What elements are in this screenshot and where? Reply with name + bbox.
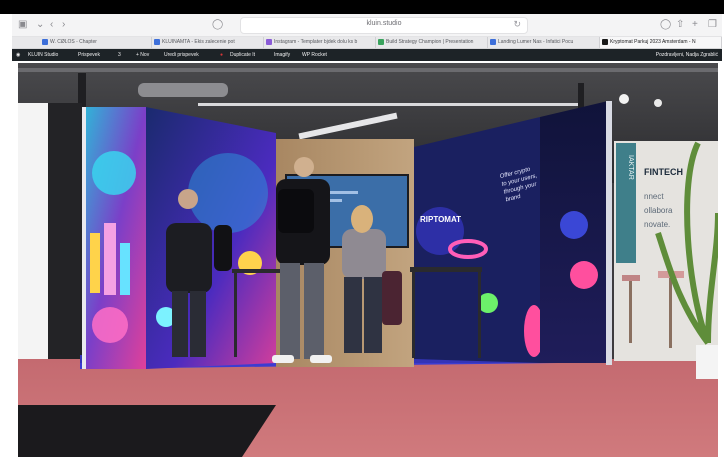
wp-site-link[interactable]: KLUIN Studio	[28, 49, 58, 61]
stool	[622, 275, 640, 281]
banner-vertical-text: IAKTAR	[627, 155, 634, 180]
led-graphic-orb	[92, 307, 128, 343]
tab-favicon-icon	[602, 39, 608, 45]
plus-icon[interactable]: +	[692, 18, 698, 32]
tab-3[interactable]: Instagram - Templater bjdek dolu ks b	[264, 37, 376, 48]
bar-table	[232, 269, 280, 273]
led-graphic-planet	[92, 151, 136, 195]
wp-seo-icon[interactable]: ●	[220, 49, 223, 61]
tab-label: W. CØLOS - Chapter	[50, 39, 97, 45]
tab-2[interactable]: KLUINAMTA - Ekis zalecenie pot	[152, 37, 264, 48]
bar-table-leg	[412, 272, 415, 358]
tab-label: KLUINAMTA - Ekis zalecenie pot	[162, 39, 235, 45]
address-bar[interactable]: kluin.studio ↻	[240, 17, 528, 34]
wp-imagify-link[interactable]: Imagify	[274, 49, 290, 61]
bar-table	[410, 267, 482, 272]
ceiling-duct	[138, 83, 228, 97]
ceiling-light-band	[198, 103, 578, 106]
dark-floor-mat	[18, 405, 276, 457]
tab-label: Build Strategy Champion | Presentation	[386, 39, 474, 45]
panel-frame	[82, 107, 86, 369]
tab-label: Landing Lumer Nas - Infatici Pocu	[498, 39, 574, 45]
wp-new-link[interactable]: + Nov	[136, 49, 149, 61]
wordpress-icon[interactable]: ◉	[16, 49, 20, 61]
wp-edit-post-link[interactable]: Uredi prispevek	[164, 49, 199, 61]
led-graphic-city	[90, 233, 100, 293]
wp-admin-bar: ◉ KLUIN Studio Prispevek 3 + Nov Uredi p…	[12, 49, 722, 61]
stool-leg	[669, 278, 672, 348]
tab-favicon-icon	[378, 39, 384, 45]
pillar-shadow	[48, 103, 82, 369]
bar-table-leg	[478, 272, 481, 358]
tab-4[interactable]: Build Strategy Champion | Presentation	[376, 37, 488, 48]
sidebar-icon[interactable]: ▣	[18, 18, 27, 32]
ceiling-spotlight	[654, 99, 662, 107]
tab-favicon-icon	[490, 39, 496, 45]
tab-favicon-icon	[42, 39, 48, 45]
plant-pot	[696, 345, 718, 379]
led-graphic-globe	[188, 153, 268, 233]
wp-user-greeting[interactable]: Pozdravljeni, Nadja Zgrablić	[656, 49, 718, 61]
tab-6-active[interactable]: Kryptomat Parkuj 2023 Amsterdam - N	[600, 37, 722, 48]
side-line: ollabora	[644, 206, 673, 215]
panel-frame	[606, 101, 612, 365]
tab-label: Kryptomat Parkuj 2023 Amsterdam - N	[610, 39, 696, 45]
side-line: nnect	[644, 192, 664, 201]
led-graphic-city	[104, 223, 116, 295]
exhibition-booth-photo: RIPTOMAT Offer crypto to your users, thr…	[18, 63, 718, 457]
ceiling-spotlight	[619, 94, 629, 104]
tabs-icon[interactable]: ❐	[708, 18, 717, 32]
led-graphic-city	[120, 243, 130, 295]
chevron-down-icon[interactable]: ⌄	[36, 18, 44, 32]
tab-bar: W. CØLOS - Chapter KLUINAMTA - Ekis zale…	[12, 37, 722, 49]
tab-label: Instagram - Templater bjdek dolu ks b	[274, 39, 358, 45]
url-text: kluin.studio	[366, 20, 402, 27]
tab-favicon-icon	[154, 39, 160, 45]
stool-leg	[629, 281, 632, 343]
wp-rocket-link[interactable]: WP Rocket	[302, 49, 327, 61]
chevron-right-icon[interactable]: ›	[62, 18, 65, 32]
browser-toolbar: ▣ ⌄ ‹ › ◯ kluin.studio ↻ ◯ ⇧ + ❐	[12, 14, 722, 37]
share-icon[interactable]: ⇧	[676, 18, 684, 32]
side-line: novate.	[644, 220, 670, 229]
tab-favicon-icon	[266, 39, 272, 45]
wp-comments-count[interactable]: 3	[118, 49, 121, 61]
ceiling-truss	[18, 68, 718, 72]
led-graphic-planet	[560, 211, 588, 239]
top-black-bar	[0, 0, 724, 14]
tab-1[interactable]: W. CØLOS - Chapter	[40, 37, 152, 48]
chevron-left-icon[interactable]: ‹	[50, 18, 53, 32]
bar-table-leg	[234, 273, 237, 357]
reload-icon[interactable]: ↻	[513, 19, 521, 30]
shield-icon: ◯	[212, 19, 224, 30]
download-icon[interactable]: ◯	[660, 18, 671, 32]
brand-logo-text: RIPTOMAT	[420, 215, 461, 224]
tab-5[interactable]: Landing Lumer Nas - Infatici Pocu	[488, 37, 600, 48]
wp-post-link[interactable]: Prispevek	[78, 49, 100, 61]
wp-duplicate-link[interactable]: Duplicate It	[230, 49, 255, 61]
led-graphic-planet	[570, 261, 598, 289]
fintech-sign: FINTECH	[644, 167, 683, 177]
